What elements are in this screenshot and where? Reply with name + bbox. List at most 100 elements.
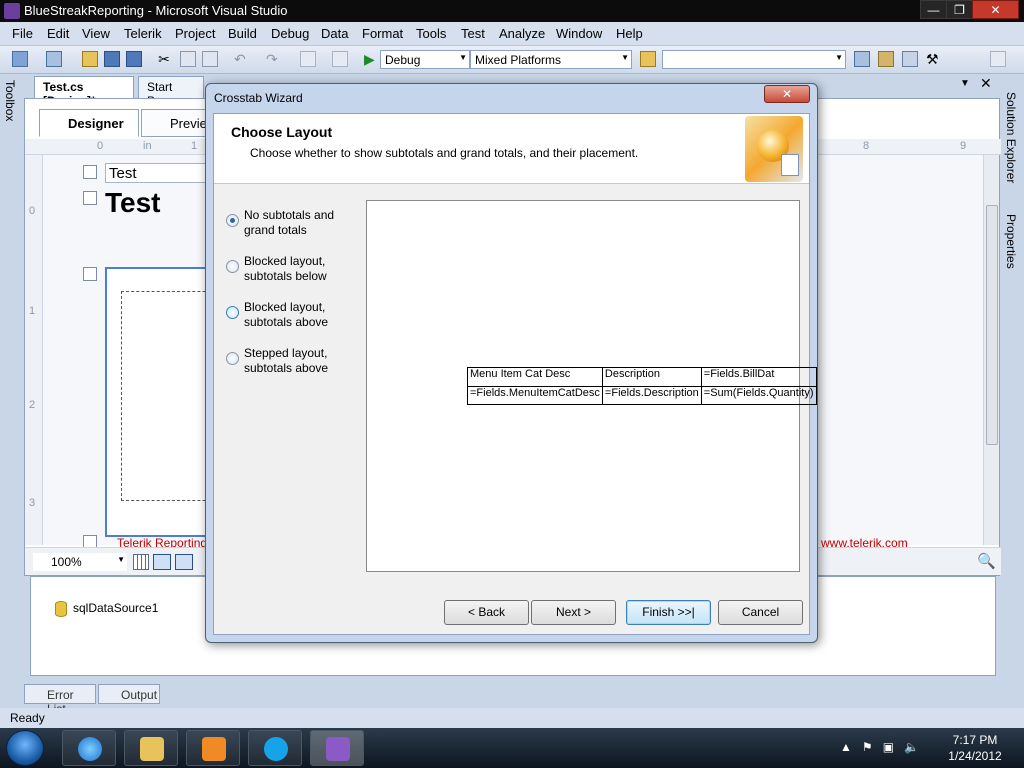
taskbar-skype[interactable] bbox=[248, 730, 302, 766]
properties-tab[interactable]: Properties bbox=[1004, 214, 1018, 294]
undo-icon[interactable]: ↶ bbox=[234, 51, 250, 67]
chevron-down-icon: ▼ bbox=[835, 53, 843, 62]
menu-file[interactable]: File bbox=[12, 26, 33, 41]
start-button[interactable] bbox=[6, 730, 44, 766]
toolbox-tab[interactable]: Toolbox bbox=[3, 80, 17, 160]
dialog-close-button[interactable]: ✕ bbox=[764, 85, 810, 103]
menu-help[interactable]: Help bbox=[616, 26, 643, 41]
tab-error-list[interactable]: Error List bbox=[24, 684, 96, 716]
redo-icon[interactable]: ↷ bbox=[266, 51, 282, 67]
save-all-icon[interactable] bbox=[126, 51, 142, 67]
table-cell: =Fields.Description bbox=[601, 386, 702, 405]
object-browser-icon[interactable] bbox=[902, 51, 918, 67]
show-hidden-icons-icon[interactable]: ▲ bbox=[840, 740, 852, 754]
menu-telerik[interactable]: Telerik bbox=[124, 26, 162, 41]
menu-project[interactable]: Project bbox=[175, 26, 215, 41]
table-row: Menu Item Cat Desc Description =Fields.B… bbox=[467, 367, 817, 387]
vertical-scrollbar[interactable] bbox=[983, 155, 999, 545]
start-debugging-icon[interactable]: ▶ bbox=[364, 51, 380, 67]
zoom-value: 100% bbox=[51, 555, 82, 569]
radio-blocked-above[interactable] bbox=[226, 306, 239, 319]
radio-stepped-above[interactable] bbox=[226, 352, 239, 365]
ruler-mark: 8 bbox=[863, 140, 870, 152]
standard-toolbar: ✂ ↶ ↷ ▶ Debug ▼ Mixed Platforms ▼ ▼ ⚒ bbox=[0, 46, 1024, 74]
menu-view[interactable]: View bbox=[82, 26, 110, 41]
new-project-icon[interactable] bbox=[46, 51, 62, 67]
finish-button[interactable]: Finish >>| bbox=[626, 600, 711, 625]
restore-button[interactable]: ❐ bbox=[946, 0, 973, 19]
table-cell: =Fields.MenuItemCatDesc bbox=[467, 386, 603, 405]
navigate-forward-icon[interactable] bbox=[332, 51, 348, 67]
solution-explorer-tab[interactable]: Solution Explorer bbox=[1004, 92, 1018, 212]
radio-no-subtotals[interactable] bbox=[226, 214, 239, 227]
taskbar-explorer[interactable] bbox=[124, 730, 178, 766]
find-in-files-icon[interactable] bbox=[640, 51, 656, 67]
wizard-page-title: Choose Layout bbox=[231, 124, 333, 140]
scrollbar-thumb[interactable] bbox=[986, 205, 998, 445]
action-center-icon[interactable]: ⚑ bbox=[862, 740, 873, 754]
cancel-button[interactable]: Cancel bbox=[718, 600, 803, 625]
tab-designer[interactable]: Designer bbox=[39, 109, 139, 137]
chevron-down-icon: ▼ bbox=[117, 555, 125, 564]
paste-icon[interactable] bbox=[202, 51, 218, 67]
page-header-section-icon[interactable] bbox=[83, 165, 97, 179]
detail-section-icon[interactable] bbox=[83, 267, 97, 281]
crosstab-preview-table: Menu Item Cat Desc Description =Fields.B… bbox=[467, 367, 817, 405]
find-combo[interactable]: ▼ bbox=[662, 50, 846, 69]
snap-to-grid-icon[interactable] bbox=[153, 554, 171, 570]
visual-studio-icon bbox=[4, 3, 20, 19]
ruler-mark: 1 bbox=[191, 140, 198, 152]
tab-start-page[interactable]: Start Page bbox=[138, 76, 204, 108]
taskbar-internet-explorer[interactable] bbox=[62, 730, 116, 766]
menu-debug[interactable]: Debug bbox=[271, 26, 309, 41]
menu-tools[interactable]: Tools bbox=[416, 26, 446, 41]
visual-studio-icon bbox=[326, 737, 350, 761]
wizard-sheet-icon bbox=[781, 154, 799, 176]
wizard-banner-icon bbox=[745, 116, 803, 182]
cut-icon[interactable]: ✂ bbox=[156, 51, 172, 67]
next-button[interactable]: Next > bbox=[531, 600, 616, 625]
solution-configuration-select[interactable]: Debug ▼ bbox=[380, 50, 470, 69]
volume-icon[interactable]: 🔈 bbox=[904, 740, 919, 754]
zoom-icon[interactable]: 🔍 bbox=[977, 552, 996, 570]
menu-analyze[interactable]: Analyze bbox=[499, 26, 545, 41]
menu-edit[interactable]: Edit bbox=[47, 26, 69, 41]
windows-taskbar: ▲ ⚑ ▣ 🔈 7:17 PM 1/24/2012 bbox=[0, 728, 1024, 768]
minimize-button[interactable]: — bbox=[920, 0, 947, 19]
system-clock[interactable]: 7:17 PM 1/24/2012 bbox=[940, 732, 1010, 764]
internet-explorer-icon bbox=[78, 737, 102, 761]
toolbox-icon[interactable]: ⚒ bbox=[926, 51, 942, 67]
report-header-section-icon[interactable] bbox=[83, 191, 97, 205]
menu-test[interactable]: Test bbox=[461, 26, 485, 41]
back-button[interactable]: < Back bbox=[444, 600, 529, 625]
status-bar: Ready bbox=[0, 708, 1024, 728]
properties-icon[interactable] bbox=[878, 51, 894, 67]
open-folder-icon[interactable] bbox=[82, 51, 98, 67]
zoom-select[interactable]: 100% ▼ bbox=[33, 553, 127, 571]
close-button[interactable]: ✕ bbox=[972, 0, 1019, 19]
add-item-icon[interactable] bbox=[12, 51, 28, 67]
menu-window[interactable]: Window bbox=[556, 26, 602, 41]
right-side-strip: ▼ ✕ Solution Explorer Properties bbox=[960, 75, 1024, 706]
output-label: Output bbox=[121, 688, 158, 702]
tab-output[interactable]: Output bbox=[98, 684, 160, 704]
menu-build[interactable]: Build bbox=[228, 26, 257, 41]
solution-explorer-icon[interactable] bbox=[854, 51, 870, 67]
radio-blocked-below[interactable] bbox=[226, 260, 239, 273]
taskbar-visual-studio[interactable] bbox=[310, 730, 364, 766]
grid-icon[interactable] bbox=[133, 554, 149, 570]
snap-to-lines-icon[interactable] bbox=[175, 554, 193, 570]
notification-area[interactable]: ▲ ⚑ ▣ 🔈 bbox=[840, 740, 919, 754]
menu-data[interactable]: Data bbox=[321, 26, 348, 41]
datasource-item[interactable]: sqlDataSource1 bbox=[55, 601, 158, 617]
report-title-textbox[interactable]: Test bbox=[105, 187, 161, 219]
copy-icon[interactable] bbox=[180, 51, 196, 67]
network-icon[interactable]: ▣ bbox=[883, 740, 894, 754]
menu-format[interactable]: Format bbox=[362, 26, 403, 41]
taskbar-media-player[interactable] bbox=[186, 730, 240, 766]
solution-platform-select[interactable]: Mixed Platforms ▼ bbox=[470, 50, 632, 69]
layout-toolbar-icon[interactable] bbox=[990, 51, 1006, 67]
tab-test-design[interactable]: Test.cs [Design]* bbox=[34, 76, 134, 108]
navigate-backward-icon[interactable] bbox=[300, 51, 316, 67]
save-icon[interactable] bbox=[104, 51, 120, 67]
